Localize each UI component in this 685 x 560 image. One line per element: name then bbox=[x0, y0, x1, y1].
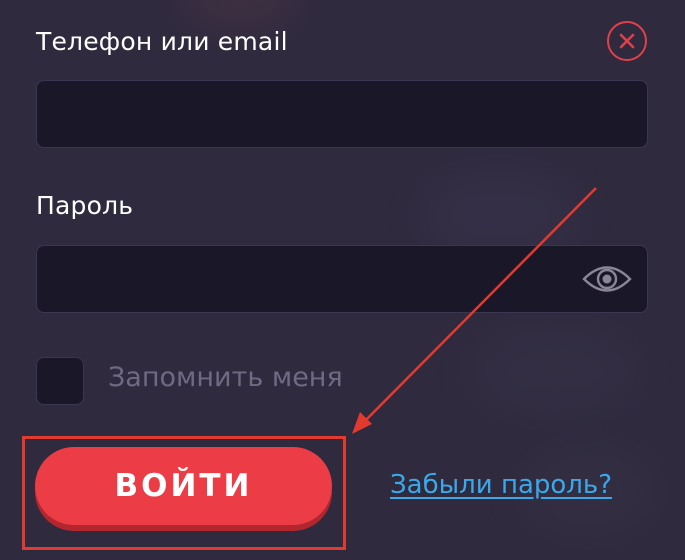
login-input[interactable] bbox=[37, 81, 647, 147]
remember-checkbox[interactable] bbox=[36, 357, 84, 405]
close-button[interactable] bbox=[607, 21, 647, 61]
password-field bbox=[36, 245, 648, 313]
password-input[interactable] bbox=[37, 246, 647, 312]
eye-icon bbox=[582, 266, 632, 292]
show-password-button[interactable] bbox=[581, 262, 633, 296]
login-label: Телефон или email bbox=[36, 27, 288, 56]
forgot-password-link[interactable]: Забыли пароль? bbox=[390, 470, 612, 500]
password-label: Пароль bbox=[36, 191, 134, 220]
background-decoration bbox=[180, 0, 300, 30]
close-icon bbox=[619, 33, 635, 49]
background-decoration bbox=[470, 320, 640, 420]
remember-label[interactable]: Запомнить меня bbox=[108, 362, 343, 393]
login-button[interactable]: ВОЙТИ bbox=[35, 447, 332, 525]
login-field bbox=[36, 80, 648, 148]
